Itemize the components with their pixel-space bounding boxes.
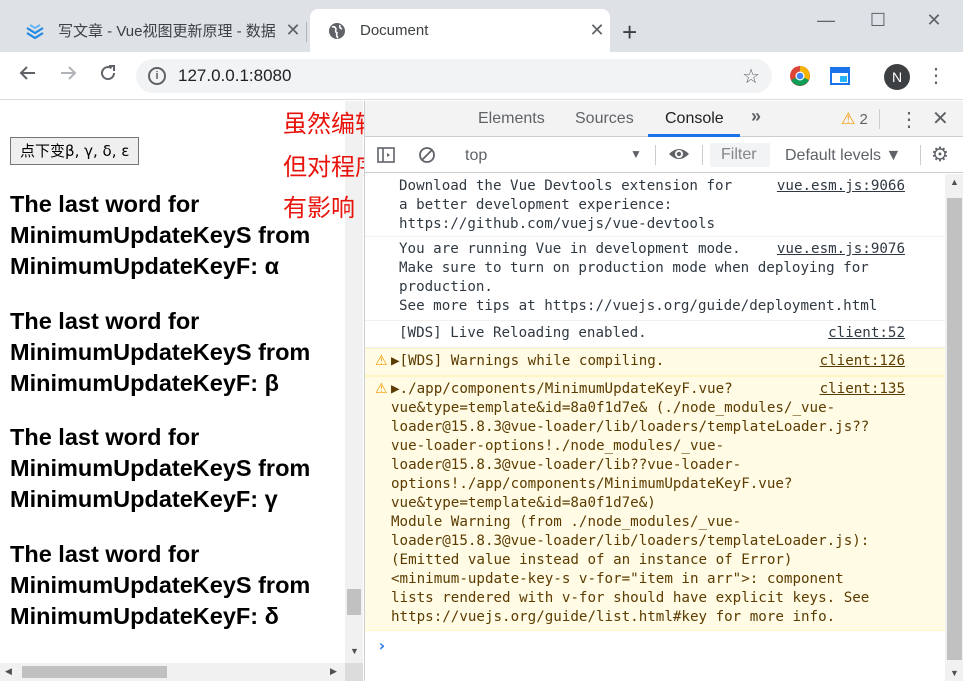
console-filter-bar: top ▼ Filter Default levels ▼ ⚙: [365, 138, 963, 173]
tab-divider: [306, 22, 307, 42]
message-source-link[interactable]: client:135: [820, 380, 905, 399]
devtools-menu-icon[interactable]: ⋮: [899, 107, 919, 132]
word-block: The last word for MinimumUpdateKeyS from…: [10, 541, 311, 629]
tab-title: 写文章 - Vue视图更新原理 - 数据: [58, 23, 276, 40]
devtools-close-icon[interactable]: ✕: [932, 106, 949, 131]
dropdown-arrow-icon[interactable]: ▼: [630, 147, 642, 161]
console-prompt-icon[interactable]: ›: [377, 636, 387, 655]
message-source-link[interactable]: vue.esm.js:9066: [777, 177, 905, 196]
csdn-favicon-icon: [24, 20, 46, 42]
scroll-down-arrow-icon[interactable]: ▼: [350, 646, 359, 656]
page-horizontal-scrollbar[interactable]: ◀ ▶: [0, 663, 345, 681]
scroll-thumb[interactable]: [947, 198, 962, 660]
log-levels-dropdown[interactable]: Default levels ▼: [785, 147, 901, 165]
console-warning[interactable]: ⚠ ▶./app/components/MinimumUpdateKeyF.vu…: [365, 376, 945, 631]
message-source-link[interactable]: client:126: [820, 352, 905, 371]
tab-elements[interactable]: Elements: [478, 110, 545, 128]
filter-placeholder: Filter: [721, 146, 757, 163]
tab-console[interactable]: Console: [665, 110, 724, 128]
warning-count: 2: [859, 111, 868, 128]
chrome-extension-icon[interactable]: [789, 65, 811, 87]
tab-close-icon[interactable]: ✕: [280, 20, 306, 41]
scroll-thumb[interactable]: [22, 666, 167, 678]
clear-console-icon[interactable]: [418, 146, 436, 169]
more-tabs-icon[interactable]: »: [751, 106, 761, 127]
new-tab-button[interactable]: +: [622, 18, 637, 46]
console-scrollbar[interactable]: ▲ ▼: [945, 174, 963, 681]
window-extension-icon[interactable]: [829, 65, 851, 87]
scroll-right-arrow-icon[interactable]: ▶: [330, 666, 337, 677]
console-output: Download the Vue Devtools extension for …: [365, 174, 945, 681]
context-selector[interactable]: top: [465, 147, 487, 165]
reload-icon[interactable]: [94, 62, 122, 90]
devtools-panel: Elements Sources Console » ⚠ 2 ⋮ ✕ top ▼…: [364, 101, 963, 681]
word-block: The last word for MinimumUpdateKeyS from…: [10, 424, 311, 512]
warning-icon: ⚠: [375, 353, 388, 369]
console-warning[interactable]: ⚠ ▶[WDS] Warnings while compiling. clien…: [365, 348, 945, 376]
back-arrow-icon[interactable]: [14, 62, 42, 90]
globe-icon: [326, 20, 348, 42]
tab-title: Document: [360, 22, 429, 39]
warning-icon: ⚠: [375, 381, 388, 397]
message-text: ▶./app/components/MinimumUpdateKeyF.vue?…: [391, 381, 870, 625]
tab-csdn[interactable]: 写文章 - Vue视图更新原理 - 数据 ✕: [8, 9, 306, 52]
devtools-tab-bar: Elements Sources Console » ⚠ 2 ⋮ ✕: [365, 101, 963, 137]
maximize-icon[interactable]: ☐: [858, 6, 898, 34]
divider: [879, 109, 880, 129]
console-settings-gear-icon[interactable]: ⚙: [931, 142, 949, 167]
filter-input[interactable]: Filter: [710, 143, 770, 167]
message-source-link[interactable]: vue.esm.js:9076: [777, 240, 905, 259]
sidebar-toggle-icon[interactable]: [377, 146, 395, 169]
live-expression-eye-icon[interactable]: [668, 143, 690, 171]
tab-document[interactable]: Document ✕: [310, 9, 610, 52]
change-greek-button[interactable]: 点下变β, γ, δ, ε: [10, 137, 140, 165]
scroll-left-arrow-icon[interactable]: ◀: [5, 666, 12, 677]
scroll-up-arrow-icon[interactable]: ▲: [950, 177, 959, 187]
minimize-icon[interactable]: —: [806, 6, 846, 34]
scroll-thumb[interactable]: [347, 589, 361, 615]
console-message: [WDS] Live Reloading enabled. client:52: [365, 321, 945, 348]
message-source-link[interactable]: client:52: [828, 324, 905, 343]
profile-avatar[interactable]: N: [884, 64, 910, 90]
console-message: You are running Vue in development mode.…: [365, 237, 945, 321]
tab-strip: 写文章 - Vue视图更新原理 - 数据 ✕ Document ✕ + — ☐ …: [0, 0, 963, 52]
active-tab-indicator: [648, 134, 740, 137]
forward-arrow-icon[interactable]: [54, 62, 82, 90]
bookmark-star-icon[interactable]: ☆: [742, 64, 760, 89]
scrollbar-corner: [345, 663, 363, 681]
divider: [655, 145, 656, 165]
address-bar[interactable]: i 127.0.0.1:8080 ☆: [136, 59, 772, 93]
tab-sources[interactable]: Sources: [575, 110, 634, 128]
page-vertical-scrollbar[interactable]: ▼: [345, 101, 363, 663]
divider: [920, 145, 921, 165]
browser-toolbar: i 127.0.0.1:8080 ☆ N ⋮: [0, 52, 963, 100]
warning-icon: ⚠: [841, 111, 856, 128]
window-close-icon[interactable]: ✕: [914, 6, 954, 34]
url-text[interactable]: 127.0.0.1:8080: [178, 66, 291, 86]
warnings-counter[interactable]: ⚠ 2: [841, 109, 868, 129]
word-block: The last word for MinimumUpdateKeyS from…: [10, 308, 311, 396]
scroll-down-arrow-icon[interactable]: ▼: [950, 668, 959, 678]
tab-close-icon[interactable]: ✕: [584, 20, 610, 41]
browser-menu-icon[interactable]: ⋮: [926, 64, 946, 88]
console-message: Download the Vue Devtools extension for …: [365, 174, 945, 237]
divider: [702, 145, 703, 165]
site-info-icon[interactable]: i: [148, 67, 166, 85]
annotation-line: 有影响: [283, 194, 355, 222]
